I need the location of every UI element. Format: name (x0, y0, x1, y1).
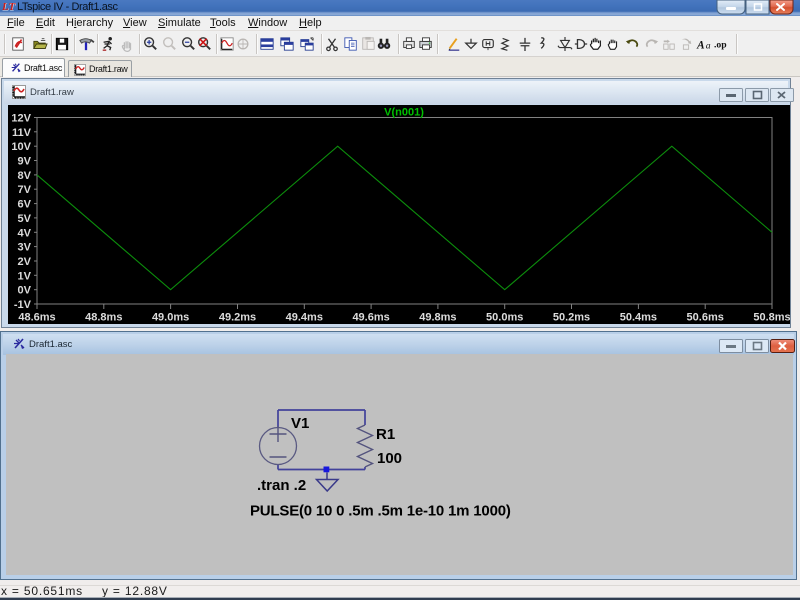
svg-text:48.8ms: 48.8ms (85, 312, 122, 324)
svg-text:10V: 10V (11, 141, 31, 153)
svg-text:50.8ms: 50.8ms (753, 312, 790, 324)
svg-text:100: 100 (377, 450, 402, 467)
svg-text:-1V: -1V (14, 299, 32, 311)
svg-text:R1: R1 (376, 426, 395, 443)
svg-text:1V: 1V (18, 270, 32, 282)
svg-text:9V: 9V (18, 156, 32, 168)
svg-text:50.0ms: 50.0ms (486, 312, 523, 324)
svg-text:7V: 7V (18, 184, 32, 196)
svg-text:A: A (696, 39, 705, 51)
svg-text:2V: 2V (18, 256, 32, 268)
svg-text:49.4ms: 49.4ms (286, 312, 323, 324)
svg-text:50.4ms: 50.4ms (620, 312, 657, 324)
svg-text:8V: 8V (18, 170, 32, 182)
svg-text:49.6ms: 49.6ms (352, 312, 389, 324)
svg-text:11V: 11V (12, 127, 32, 139)
svg-text:12V: 12V (11, 113, 31, 125)
svg-text:PULSE(0 10 0 .5m .5m 1e-10 1m: PULSE(0 10 0 .5m .5m 1e-10 1m 1000) (250, 503, 511, 520)
svg-text:V1: V1 (291, 415, 309, 432)
svg-text:48.6ms: 48.6ms (18, 312, 55, 324)
svg-text:V(n001): V(n001) (384, 107, 424, 119)
svg-text:50.6ms: 50.6ms (687, 312, 724, 324)
svg-text:49.2ms: 49.2ms (219, 312, 256, 324)
svg-text:.tran .2: .tran .2 (257, 477, 306, 494)
svg-text:6V: 6V (18, 199, 32, 211)
svg-text:.op: .op (714, 40, 727, 51)
svg-text:50.2ms: 50.2ms (553, 312, 590, 324)
svg-text:5V: 5V (18, 213, 32, 225)
svg-text:49.8ms: 49.8ms (419, 312, 456, 324)
svg-text:a: a (706, 40, 711, 51)
svg-text:49.0ms: 49.0ms (152, 312, 189, 324)
svg-text:0V: 0V (18, 285, 32, 297)
svg-text:4V: 4V (18, 227, 32, 239)
svg-text:3V: 3V (18, 242, 32, 254)
